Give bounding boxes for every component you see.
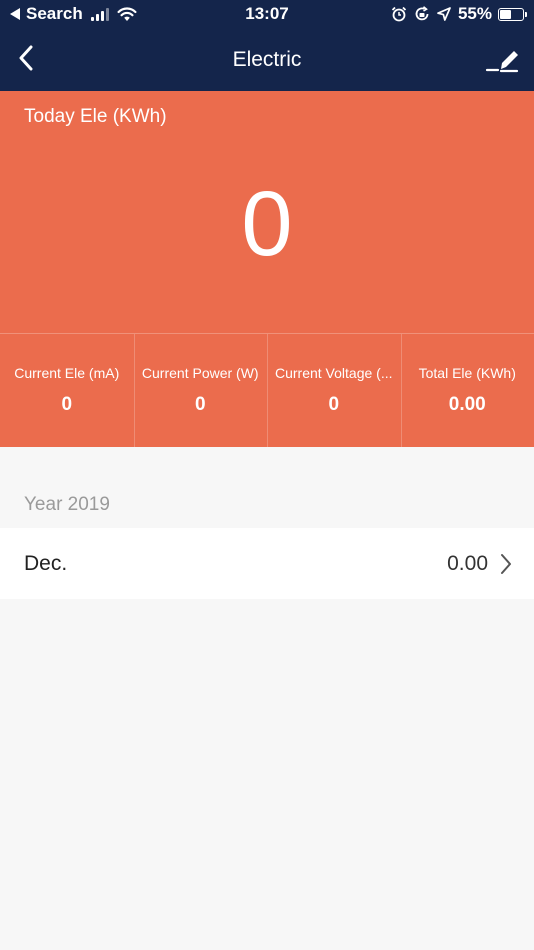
- stat-value: 0: [61, 394, 73, 415]
- status-bar: Search 13:07 55%: [0, 0, 534, 30]
- today-energy-label: Today Ele (KWh): [24, 106, 167, 127]
- nav-bar: Electric: [0, 30, 534, 91]
- stat-value: 0: [328, 394, 340, 415]
- status-right: 55%: [391, 4, 527, 24]
- stat-value: 0: [194, 394, 206, 415]
- year-section-header: Year 2019: [24, 494, 110, 515]
- month-value: 0.00: [447, 552, 488, 575]
- chevron-left-icon: [19, 45, 33, 71]
- edit-pencil-icon: [485, 51, 519, 73]
- stats-row: Current Ele (mA) 0 Current Power (W) 0 C…: [0, 334, 534, 447]
- wifi-icon: [117, 6, 137, 21]
- battery-percent: 55%: [457, 4, 492, 23]
- stat-current-voltage: Current Voltage (... 0: [267, 334, 401, 447]
- stat-label: Total Ele (KWh): [418, 365, 516, 381]
- stat-total-ele: Total Ele (KWh) 0.00: [400, 334, 534, 447]
- signal-icon: [90, 7, 111, 21]
- edit-button[interactable]: [484, 42, 520, 76]
- stat-label: Current Ele (mA): [14, 365, 120, 381]
- month-row-dec[interactable]: Dec. 0.00: [0, 528, 534, 599]
- back-to-app[interactable]: Search: [10, 4, 137, 24]
- stat-label: Current Power (W): [141, 365, 259, 381]
- top-bar: Search 13:07 55% Electric: [0, 0, 534, 91]
- stat-value: 0.00: [448, 394, 486, 415]
- today-energy-panel: Today Ele (KWh) 0 Current Ele (mA) 0 Cur…: [0, 91, 534, 447]
- rotation-lock-icon: [415, 6, 429, 21]
- battery-icon: [498, 7, 527, 21]
- stat-current-ele: Current Ele (mA) 0: [0, 334, 134, 447]
- location-icon: [437, 7, 451, 21]
- stat-label: Current Voltage (...: [274, 365, 393, 381]
- back-triangle-icon: [10, 8, 20, 20]
- back-button[interactable]: [10, 42, 42, 74]
- today-energy-value: 0: [241, 173, 293, 275]
- back-app-label: Search: [26, 4, 83, 23]
- chevron-right-icon: [501, 554, 511, 574]
- month-label: Dec.: [24, 552, 68, 575]
- stat-current-power: Current Power (W) 0: [133, 334, 268, 447]
- page-title: Electric: [232, 48, 302, 71]
- alarm-icon: [391, 6, 407, 22]
